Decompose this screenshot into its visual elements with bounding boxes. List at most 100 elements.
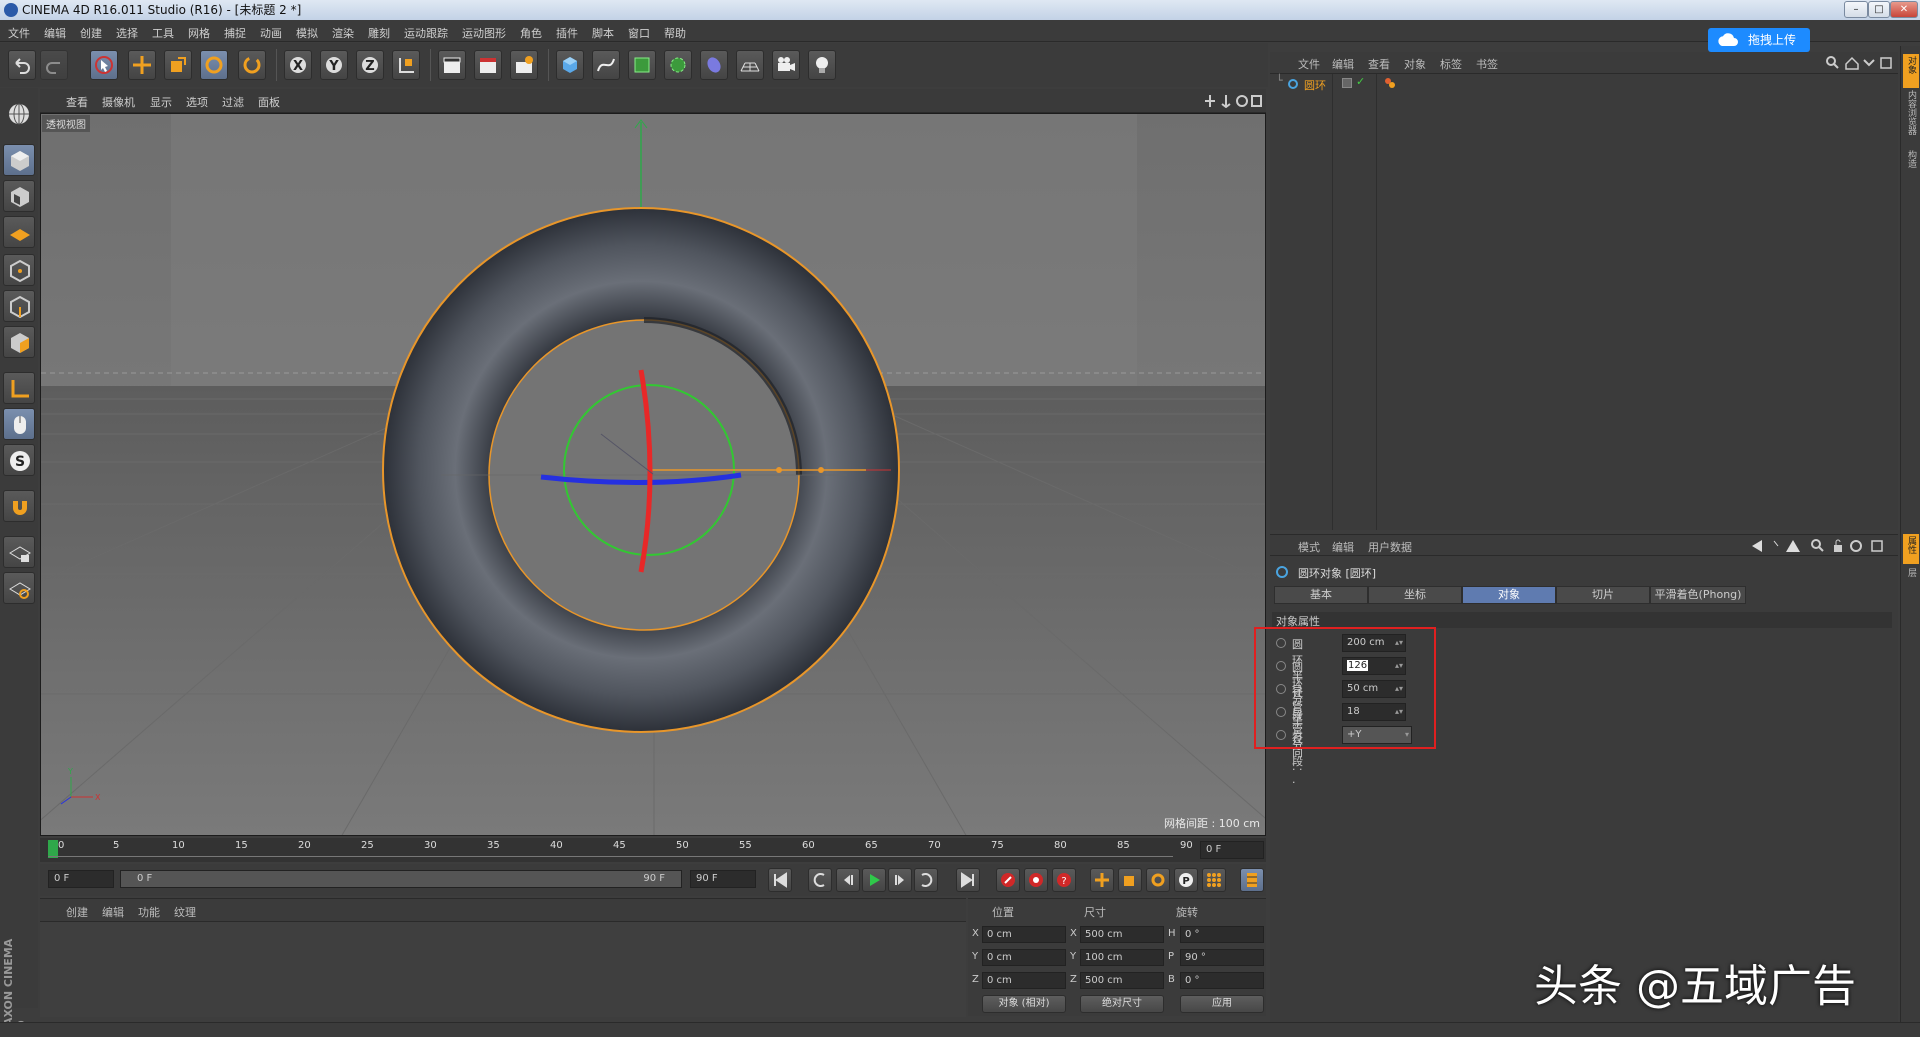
viewport-menu-display[interactable]: 显示 bbox=[150, 94, 172, 110]
end-frame-field[interactable]: 90 F bbox=[690, 870, 756, 888]
next-frame-button[interactable] bbox=[888, 868, 912, 892]
play-button[interactable] bbox=[862, 868, 886, 892]
menu-file[interactable]: 文件 bbox=[8, 25, 30, 41]
rotate-tool-button[interactable] bbox=[200, 50, 228, 80]
spline-pen-button[interactable] bbox=[592, 50, 620, 80]
close-button[interactable]: ✕ bbox=[1890, 1, 1918, 18]
obj-menu-edit[interactable]: 编辑 bbox=[1332, 56, 1354, 72]
menu-sculpt[interactable]: 雕刻 bbox=[368, 25, 390, 41]
y-axis-lock-button[interactable]: Y bbox=[320, 50, 348, 80]
object-name[interactable]: 圆环 bbox=[1304, 77, 1326, 93]
attr-menu-user-data[interactable]: 用户数据 bbox=[1368, 539, 1412, 555]
object-row-torus[interactable]: └ 圆环 ✓ bbox=[1274, 74, 1874, 93]
render-picture-viewer-button[interactable] bbox=[474, 50, 502, 80]
viewport-menu-panel[interactable]: 面板 bbox=[258, 94, 280, 110]
rotation-h-field[interactable]: 0 ° bbox=[1180, 926, 1264, 943]
size-y-field[interactable]: 100 cm bbox=[1080, 949, 1164, 966]
menu-window[interactable]: 窗口 bbox=[628, 25, 650, 41]
undo-button[interactable] bbox=[8, 50, 36, 80]
tab-coord[interactable]: 坐标 bbox=[1368, 586, 1462, 604]
material-menu-function[interactable]: 功能 bbox=[138, 904, 160, 920]
viewport-nav-icons[interactable] bbox=[1204, 94, 1262, 108]
go-to-end-button[interactable] bbox=[956, 868, 980, 892]
menu-mograph[interactable]: 运动图形 bbox=[462, 25, 506, 41]
material-list[interactable] bbox=[40, 921, 966, 1017]
obj-menu-view[interactable]: 查看 bbox=[1368, 56, 1390, 72]
tab-layers-vertical[interactable]: 层 bbox=[1905, 568, 1918, 577]
material-menu-create[interactable]: 创建 bbox=[66, 904, 88, 920]
frame-range-slider[interactable]: 0 F 90 F bbox=[120, 870, 682, 888]
material-menu-edit[interactable]: 编辑 bbox=[102, 904, 124, 920]
key-scale-button[interactable] bbox=[1118, 868, 1142, 892]
upload-button[interactable]: 拖拽上传 bbox=[1708, 28, 1810, 52]
live-select-button[interactable] bbox=[238, 50, 266, 80]
menu-help[interactable]: 帮助 bbox=[664, 25, 686, 41]
tab-content-browser-vertical[interactable]: 内容浏览器 bbox=[1905, 90, 1918, 135]
position-z-field[interactable]: 0 cm bbox=[982, 972, 1066, 989]
viewport-menu-options[interactable]: 选项 bbox=[186, 94, 208, 110]
planar-workplane-button[interactable] bbox=[3, 572, 35, 604]
position-x-field[interactable]: 0 cm bbox=[982, 926, 1066, 943]
current-frame-field[interactable]: 0 F bbox=[1200, 841, 1264, 859]
obj-menu-object[interactable]: 对象 bbox=[1404, 56, 1426, 72]
material-menu-texture[interactable]: 纹理 bbox=[174, 904, 196, 920]
menu-snap[interactable]: 捕捉 bbox=[224, 25, 246, 41]
polygons-mode-button[interactable] bbox=[3, 326, 35, 358]
keyframe-selection-button[interactable]: ? bbox=[1052, 868, 1076, 892]
render-settings-button[interactable] bbox=[510, 50, 538, 80]
subdivision-surface-button[interactable] bbox=[628, 50, 656, 80]
obj-header-icons[interactable] bbox=[1826, 56, 1894, 70]
points-mode-button[interactable] bbox=[3, 254, 35, 286]
cube-object-button[interactable] bbox=[556, 50, 584, 80]
previous-frame-button[interactable] bbox=[836, 868, 860, 892]
start-frame-field[interactable]: 0 F bbox=[48, 870, 114, 888]
coordinate-system-button[interactable] bbox=[392, 50, 420, 80]
edges-mode-button[interactable] bbox=[3, 290, 35, 322]
workplane-lock-button[interactable] bbox=[3, 536, 35, 568]
render-view-button[interactable] bbox=[438, 50, 466, 80]
obj-menu-bookmarks[interactable]: 书签 bbox=[1476, 56, 1498, 72]
tab-slice[interactable]: 切片 bbox=[1556, 586, 1650, 604]
viewport-menu-camera[interactable]: 摄像机 bbox=[102, 94, 135, 110]
snap-button[interactable] bbox=[3, 490, 35, 522]
scale-tool-button[interactable] bbox=[164, 50, 192, 80]
menu-character[interactable]: 角色 bbox=[520, 25, 542, 41]
attr-menu-mode[interactable]: 模式 bbox=[1298, 539, 1320, 555]
tab-basic[interactable]: 基本 bbox=[1274, 586, 1368, 604]
viewport-menu-view[interactable]: 查看 bbox=[66, 94, 88, 110]
make-editable-button[interactable] bbox=[3, 98, 35, 130]
light-button[interactable] bbox=[808, 50, 836, 80]
menu-plugins[interactable]: 插件 bbox=[556, 25, 578, 41]
tab-structure-vertical[interactable]: 构造 bbox=[1905, 150, 1918, 168]
redo-button[interactable] bbox=[40, 50, 68, 80]
menu-simulate[interactable]: 模拟 bbox=[296, 25, 318, 41]
position-y-field[interactable]: 0 cm bbox=[982, 949, 1066, 966]
tag-icon[interactable] bbox=[1384, 77, 1396, 89]
menu-create[interactable]: 创建 bbox=[80, 25, 102, 41]
model-mode-button[interactable] bbox=[3, 144, 35, 176]
viewport-menu-filter[interactable]: 过滤 bbox=[222, 94, 244, 110]
workplane-mode-button[interactable] bbox=[3, 216, 35, 248]
next-key-button[interactable] bbox=[914, 868, 938, 892]
record-key-button[interactable] bbox=[996, 868, 1020, 892]
minimize-button[interactable]: – bbox=[1844, 1, 1868, 18]
tab-phong[interactable]: 平滑着色(Phong) bbox=[1650, 586, 1746, 604]
deformer-button[interactable] bbox=[700, 50, 728, 80]
attr-menu-edit[interactable]: 编辑 bbox=[1332, 539, 1354, 555]
camera-button[interactable] bbox=[772, 50, 800, 80]
layer-icon[interactable] bbox=[1342, 78, 1352, 88]
menu-mesh[interactable]: 网格 bbox=[188, 25, 210, 41]
key-pla-button[interactable] bbox=[1202, 868, 1226, 892]
tweak-mode-button[interactable] bbox=[3, 408, 35, 440]
visibility-check-icon[interactable]: ✓ bbox=[1356, 75, 1365, 88]
apply-button[interactable]: 应用 bbox=[1180, 995, 1264, 1013]
tab-attributes-vertical[interactable]: 属性 bbox=[1903, 534, 1919, 564]
tab-object[interactable]: 对象 bbox=[1462, 586, 1556, 604]
previous-key-button[interactable] bbox=[808, 868, 832, 892]
key-rotation-button[interactable] bbox=[1146, 868, 1170, 892]
size-x-field[interactable]: 500 cm bbox=[1080, 926, 1164, 943]
key-position-button[interactable] bbox=[1090, 868, 1114, 892]
floor-button[interactable] bbox=[736, 50, 764, 80]
maximize-button[interactable]: □ bbox=[1868, 1, 1890, 18]
menu-tools[interactable]: 工具 bbox=[152, 25, 174, 41]
